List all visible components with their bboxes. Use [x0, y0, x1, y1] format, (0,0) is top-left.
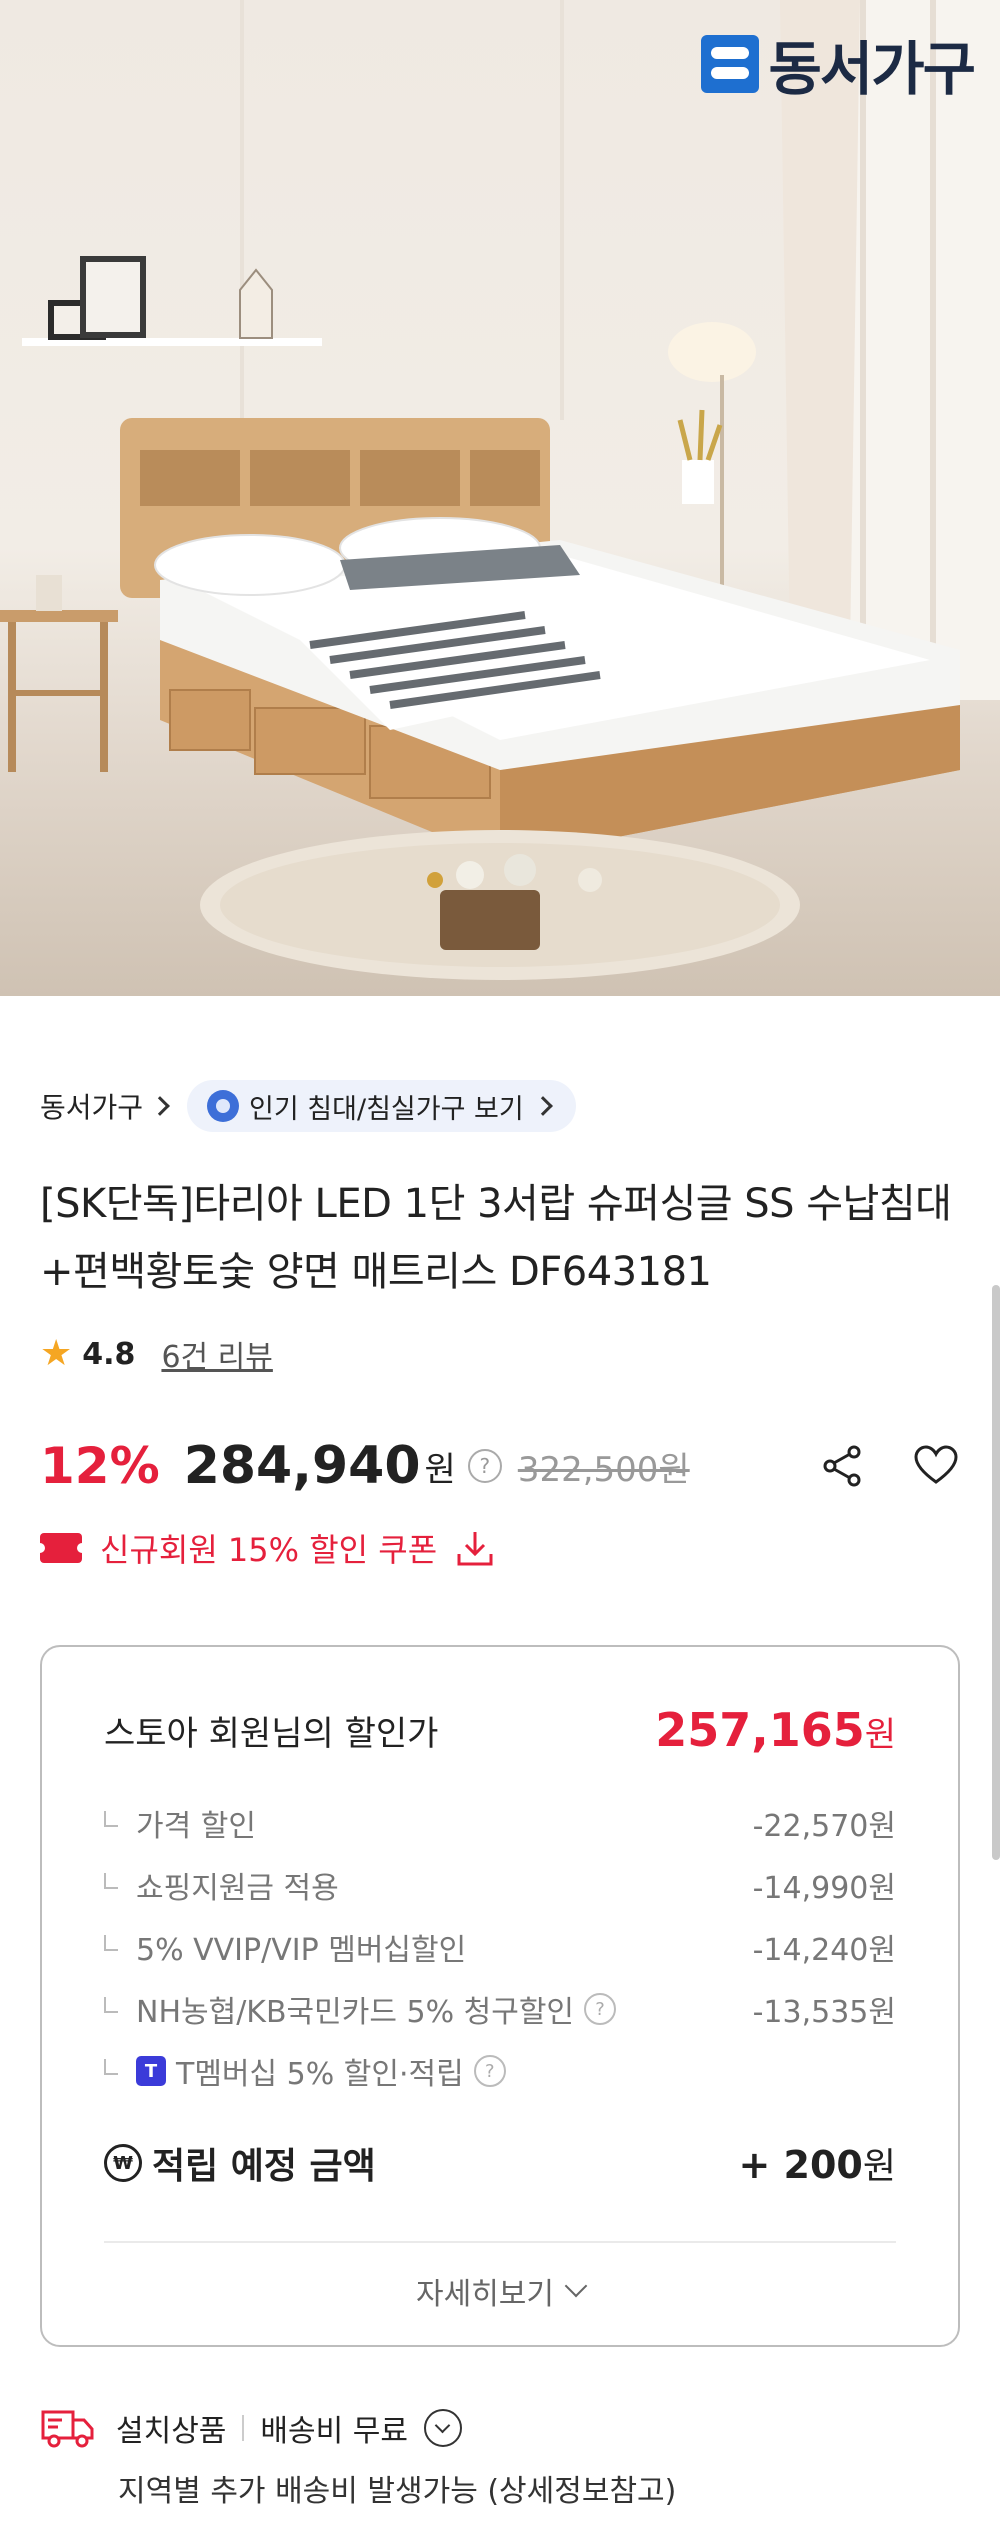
discount-line-amount: -13,535원 [752, 1995, 896, 2030]
member-price-box: 스토아 회원님의 할인가 257,165원 가격 할인 -22,570원 쇼핑지… [40, 1645, 960, 2347]
shipping-type: 설치상품 [116, 2414, 227, 2449]
won-coin-icon: ₩ [104, 2144, 142, 2182]
discount-line: 쇼핑지원금 적용 -14,990원 [104, 1854, 896, 1916]
member-price-header: 스토아 회원님의 할인가 257,165원 [104, 1703, 896, 1757]
original-price: 322,500원 [517, 1449, 690, 1490]
brand-name: 동서가구 [768, 35, 976, 103]
discount-line-label: NH농협/KB국민카드 5% 청구할인 [136, 1995, 575, 2030]
delivery-truck-icon [41, 2410, 94, 2448]
discount-line-label: 5% VVIP/VIP 멤버십할인 [136, 1933, 467, 1968]
shipping-note: 지역별 추가 배송비 발생가능 (상세정보참고) [118, 2474, 677, 2509]
sale-price: 284,940 [183, 1436, 421, 1496]
discount-line-amount: -14,240원 [752, 1933, 896, 1968]
heart-icon[interactable] [912, 1442, 960, 1490]
tree-corner-icon [104, 1935, 118, 1951]
chevron-down-icon [564, 2274, 588, 2298]
bedroom-scene-illustration [0, 0, 1000, 980]
help-icon[interactable]: ? [467, 1449, 502, 1483]
points-label: 적립 예정 금액 [152, 2146, 376, 2187]
shipping-info: 설치상품 배송비 무료 지역별 추가 배송비 발생가능 (상세정보참고) [40, 2400, 960, 2510]
medal-icon [207, 1090, 240, 1122]
more-details-button[interactable]: 자세히보기 [42, 2269, 958, 2313]
sale-price-currency: 원 [424, 1449, 456, 1490]
help-icon[interactable]: ? [473, 2055, 506, 2087]
review-count-link[interactable]: 6건 리뷰 [161, 1332, 272, 1376]
divider [104, 2241, 896, 2243]
discount-line: T T멤버십 5% 할인·적립 ? [104, 2040, 896, 2102]
more-details-label: 자세히보기 [416, 2277, 554, 2312]
price-row: 12% 284,940 원 ? 322,500원 [40, 1430, 960, 1502]
store-link-label: 동서가구 [40, 1091, 144, 1124]
star-icon: ★ [40, 1333, 73, 1374]
new-member-coupon[interactable]: 신규회원 15% 할인 쿠폰 [35, 1525, 495, 1571]
rating-row: ★ 4.8 6건 리뷰 [40, 1332, 273, 1376]
discount-line-amount: -22,570원 [752, 1809, 896, 1844]
tree-corner-icon [104, 1997, 118, 2013]
points-amount: + 200원 [738, 2143, 896, 2187]
category-pill-button[interactable]: 인기 침대/침실가구 보기 [187, 1080, 576, 1132]
rating-value: 4.8 [82, 1336, 136, 1372]
chevron-right-icon [150, 1096, 170, 1116]
separator [242, 2415, 245, 2441]
store-link[interactable]: 동서가구 [40, 1086, 170, 1126]
share-icon[interactable] [818, 1442, 866, 1490]
tree-corner-icon [104, 1811, 118, 1827]
discount-line-label: 가격 할인 [136, 1809, 256, 1844]
discount-line: 가격 할인 -22,570원 [104, 1792, 896, 1854]
discount-breakdown: 가격 할인 -22,570원 쇼핑지원금 적용 -14,990원 5% VVIP… [104, 1792, 896, 2102]
chevron-down-icon[interactable] [423, 2409, 462, 2447]
discount-line-amount: -14,990원 [752, 1871, 896, 1906]
discount-line-label: T멤버십 5% 할인·적립 [176, 2057, 464, 2092]
brand-logo: 동서가구 [700, 22, 976, 106]
scrollbar[interactable] [992, 1285, 1000, 1860]
category-pill-label: 인기 침대/침실가구 보기 [249, 1093, 524, 1125]
chevron-right-icon [532, 1096, 553, 1116]
tree-corner-icon [104, 2059, 118, 2075]
brand-logo-icon [700, 35, 759, 93]
discount-line-label: 쇼핑지원금 적용 [136, 1871, 339, 1906]
member-price-heading: 스토아 회원님의 할인가 [104, 1713, 439, 1754]
tree-corner-icon [104, 1873, 118, 1889]
breadcrumb: 동서가구 인기 침대/침실가구 보기 [40, 1080, 576, 1132]
product-title: [SK단독]타리아 LED 1단 3서랍 슈퍼싱글 SS 수납침대+편백황토숯 … [40, 1181, 952, 1295]
shipping-fee: 배송비 무료 [260, 2414, 408, 2449]
discount-rate: 12% [40, 1437, 160, 1495]
member-price-value: 257,165원 [655, 1703, 896, 1757]
points-row: ₩ 적립 예정 금액 + 200원 [104, 2137, 896, 2189]
discount-line: 5% VVIP/VIP 멤버십할인 -14,240원 [104, 1916, 896, 1978]
coupon-ticket-icon [35, 1533, 87, 1563]
download-icon [457, 1532, 493, 1566]
price-actions [818, 1442, 960, 1490]
shipping-row: 설치상품 배송비 무료 [40, 2400, 960, 2456]
help-icon[interactable]: ? [584, 1993, 617, 2025]
discount-line: NH농협/KB국민카드 5% 청구할인 ? -13,535원 [104, 1978, 896, 2040]
coupon-label: 신규회원 15% 할인 쿠폰 [100, 1531, 438, 1569]
t-membership-icon: T [136, 2056, 166, 2086]
product-hero-image[interactable]: 동서가구 [0, 0, 1000, 996]
